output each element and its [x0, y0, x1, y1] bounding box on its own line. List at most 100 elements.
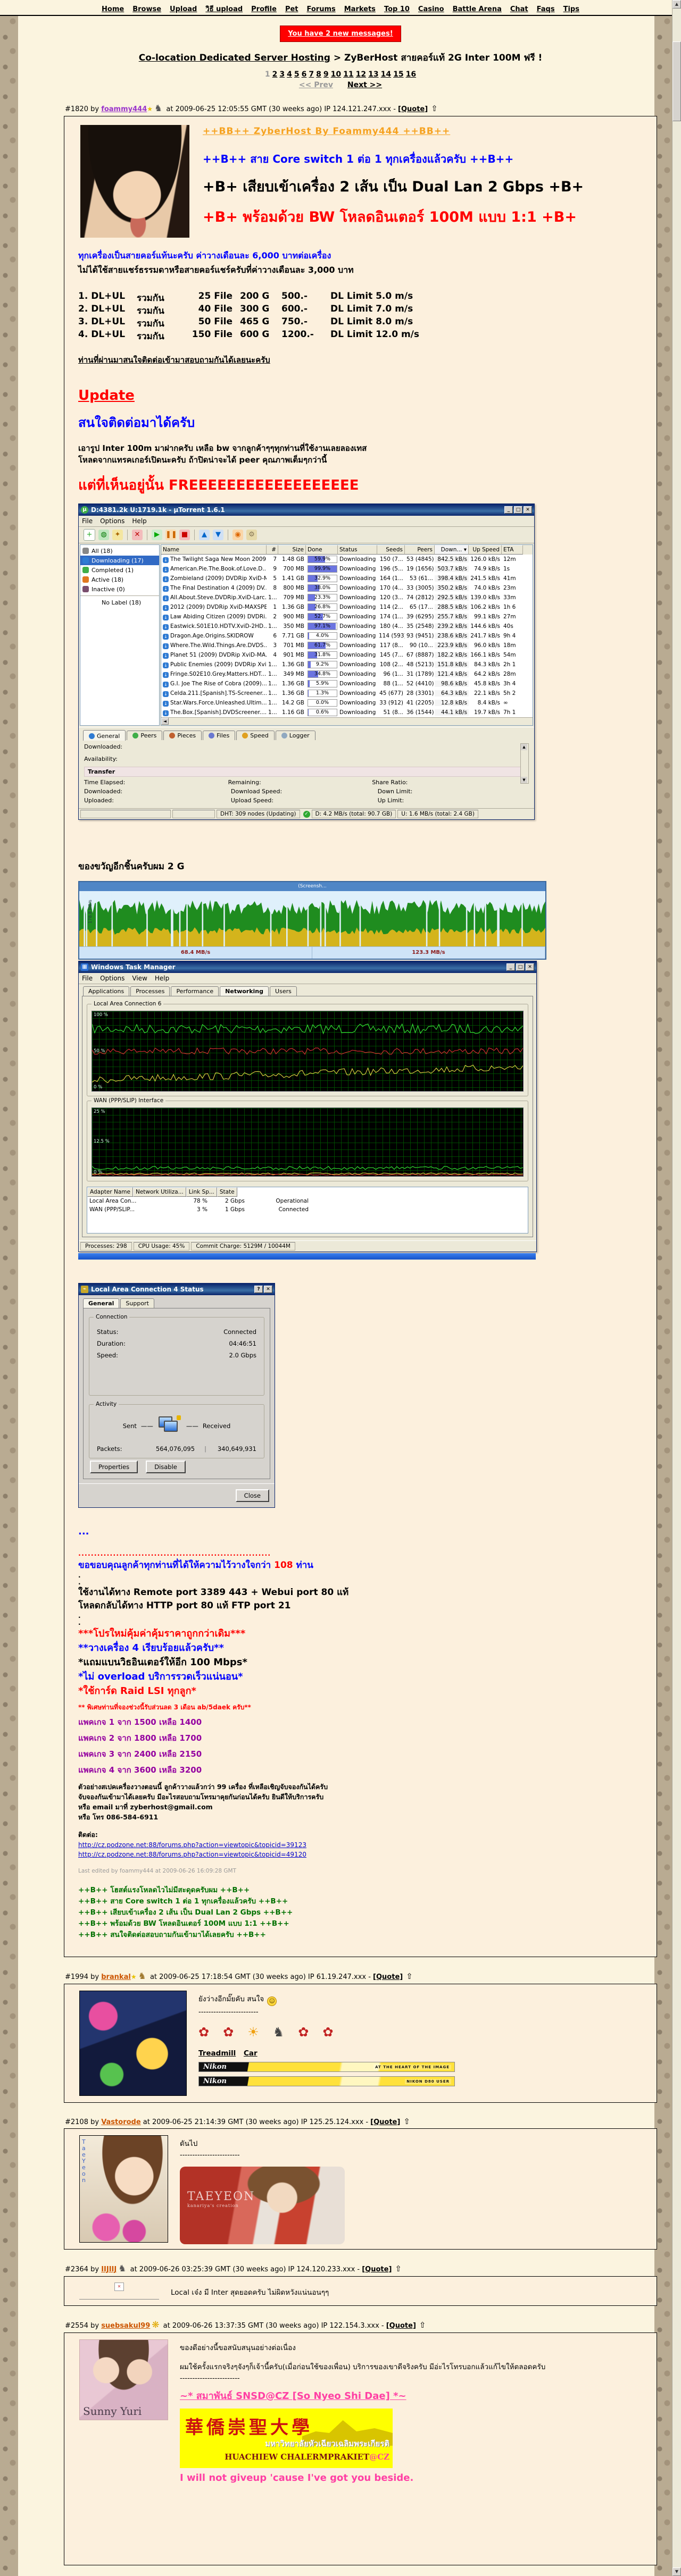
minimize-icon[interactable]: _: [504, 506, 513, 514]
nav-link[interactable]: วิธี upload: [205, 5, 243, 13]
menu-item[interactable]: Help: [155, 975, 169, 982]
torrent-row[interactable]: ↓ Celda.211.[Spanish].TS-Screener... 1...…: [161, 689, 533, 698]
close-icon[interactable]: ✕: [526, 963, 534, 971]
torrent-row[interactable]: ↓ Eastwick.S01E10.HDTV.XviD-2HD.... 1... …: [161, 622, 533, 631]
torrent-row[interactable]: ↓ The.Box.[Spanish].DVDScreener.... 1... …: [161, 708, 533, 717]
nav-link[interactable]: Home: [102, 5, 124, 13]
col-name[interactable]: Name: [161, 545, 267, 555]
filter-item[interactable]: Completed (1): [80, 565, 159, 575]
nav-link[interactable]: Chat: [510, 5, 528, 13]
tab-general[interactable]: General: [83, 1298, 120, 1308]
adapter-col-header[interactable]: State: [217, 1187, 237, 1197]
taskman-tab[interactable]: Users: [270, 986, 297, 996]
scroll-up-icon[interactable]: ▲: [672, 0, 681, 9]
nav-link[interactable]: Casino: [418, 5, 444, 13]
page-number[interactable]: 14: [381, 70, 391, 79]
taskman-tab[interactable]: Performance: [171, 986, 219, 996]
nav-link[interactable]: Upload: [170, 5, 197, 13]
torrent-row[interactable]: ↓ Fringe.S02E10.Grey.Matters.HDT... 1... …: [161, 669, 533, 679]
nav-link[interactable]: Battle Arena: [453, 5, 502, 13]
page-number[interactable]: 11: [343, 70, 353, 79]
ad-title-link[interactable]: ++BB++ ZyberHost By Foammy444 ++BB++: [203, 126, 651, 137]
quote-link[interactable]: [Quote]: [362, 2265, 392, 2273]
taskman-tab[interactable]: Processes: [130, 986, 170, 996]
taskman-titlebar[interactable]: ▦ Windows Task Manager _ □ ✕: [79, 961, 536, 973]
page-number[interactable]: 3: [279, 70, 285, 79]
snsd-club-link[interactable]: ~* สมาพันธ์ SNSD@CZ [So Nyeo Shi Dae] *~: [180, 2388, 646, 2403]
quote-link[interactable]: [Quote]: [398, 105, 428, 113]
username-link[interactable]: Vastorode: [101, 2118, 140, 2126]
adapter-col-header[interactable]: Network Utiliza...: [132, 1187, 186, 1197]
page-number[interactable]: 1: [265, 70, 270, 79]
page-number[interactable]: 12: [356, 70, 366, 79]
torrent-row[interactable]: ↓ Planet 51 (2009) DVDRip XviD-MA... 4 90…: [161, 650, 533, 660]
taskman-tab[interactable]: Applications: [83, 986, 130, 996]
torrent-row[interactable]: ↓ All.About.Steve.DVDRip.XviD-Larc... 1..…: [161, 593, 533, 602]
nav-link[interactable]: Profile: [251, 5, 277, 13]
col-seeds[interactable]: Seeds: [377, 545, 405, 555]
torrent-row[interactable]: ↓ The Twilight Saga New Moon 2009... 7 1.…: [161, 555, 533, 564]
forum-section-link[interactable]: Co-location Dedicated Server Hosting: [139, 53, 330, 63]
add-url-icon[interactable]: ◍: [98, 530, 109, 540]
col-status[interactable]: Status: [338, 545, 377, 555]
col-done[interactable]: Done: [306, 545, 338, 555]
page-number[interactable]: 5: [294, 70, 300, 79]
menu-item[interactable]: File: [82, 517, 93, 525]
col-up[interactable]: Up Speed: [469, 545, 502, 555]
menu-item[interactable]: Options: [100, 975, 124, 982]
taskman-tab[interactable]: Networking: [220, 986, 269, 996]
torrent-row[interactable]: ↓ Public Enemies (2009) DVDRip Xvi... 1..…: [161, 660, 533, 669]
disable-button[interactable]: Disable: [146, 1461, 186, 1473]
nav-link[interactable]: Top 10: [384, 5, 410, 13]
add-torrent-icon[interactable]: +: [84, 529, 95, 541]
detail-tab[interactable]: General: [83, 730, 126, 741]
torrent-row[interactable]: ↓ Zombieland (2009) DVDRip XviD-MAX 5 1.4…: [161, 574, 533, 583]
detail-tab[interactable]: Pieces: [163, 731, 202, 740]
next-link[interactable]: Next >>: [347, 81, 382, 89]
stop-icon[interactable]: ■: [179, 530, 190, 540]
col-peers[interactable]: Peers: [405, 545, 435, 555]
page-number[interactable]: 8: [316, 70, 321, 79]
adapter-row[interactable]: WAN (PPP/SLIP... 3 % 1 Gbps Connected: [87, 1205, 528, 1214]
torrent-row[interactable]: ↓ G.I. Joe The Rise of Cobra (2009)... 1.…: [161, 679, 533, 689]
close-icon[interactable]: ✕: [264, 1286, 272, 1293]
col-num[interactable]: #: [267, 545, 278, 555]
help-icon[interactable]: ?: [254, 1286, 263, 1293]
topic-link-2[interactable]: http://cz.podzone.net:88/forums.php?acti…: [78, 1850, 646, 1859]
torrent-row[interactable]: ↓ Star.Wars.Force.Unleashed.Ultim... 1...…: [161, 698, 533, 708]
page-number[interactable]: 10: [331, 70, 341, 79]
page-scrollbar[interactable]: ▲ ▼: [672, 0, 681, 2576]
filter-item[interactable]: Inactive (0): [80, 584, 159, 594]
nav-link[interactable]: Faqs: [537, 5, 555, 13]
username-link[interactable]: IIJIIJ: [101, 2265, 117, 2273]
nav-link[interactable]: Tips: [563, 5, 579, 13]
upvote-arrow-icon[interactable]: ⇧: [395, 2264, 402, 2273]
remove-icon[interactable]: ✕: [132, 530, 143, 540]
detail-tab[interactable]: Peers: [127, 731, 163, 740]
close-icon[interactable]: ✕: [524, 506, 532, 514]
nav-link[interactable]: Pet: [285, 5, 298, 13]
filter-item[interactable]: All (18): [80, 546, 159, 556]
scroll-thumb[interactable]: [672, 41, 681, 121]
detail-tab[interactable]: Speed: [236, 731, 275, 740]
nav-link[interactable]: Forums: [307, 5, 336, 13]
menu-item[interactable]: Options: [100, 517, 124, 525]
preferences-gear-icon[interactable]: ⚙: [246, 530, 257, 540]
car-link[interactable]: Car: [244, 2049, 258, 2058]
treadmill-link[interactable]: Treadmill: [198, 2049, 236, 2058]
page-number[interactable]: 6: [302, 70, 307, 79]
username-link[interactable]: suebsakul99: [101, 2322, 150, 2330]
torrent-row[interactable]: ↓ 2012 (2009) DVDRip XviD-MAXSPE... 1 1.3…: [161, 602, 533, 612]
detail-tab[interactable]: Logger: [275, 731, 315, 740]
topic-link-1[interactable]: http://cz.podzone.net:88/forums.php?acti…: [78, 1840, 646, 1850]
filter-item-nolabel[interactable]: No Label (18): [80, 598, 159, 607]
detail-tab[interactable]: Files: [203, 731, 236, 740]
quote-link[interactable]: [Quote]: [370, 2118, 400, 2126]
utorrent-titlebar[interactable]: µ D:4381.2k U:1719.1k - µTorrent 1.6.1 _…: [79, 504, 534, 516]
page-number[interactable]: 9: [323, 70, 329, 79]
scroll-down-icon[interactable]: ▼: [672, 2567, 681, 2576]
new-messages-button[interactable]: You have 2 new messages!: [280, 26, 401, 42]
upvote-arrow-icon[interactable]: ⇧: [431, 104, 438, 113]
menu-item[interactable]: Help: [132, 517, 146, 525]
torrent-row[interactable]: ↓ Dragon.Age.Origins.SKIDROW 6 7.71 GB 4.…: [161, 631, 533, 641]
